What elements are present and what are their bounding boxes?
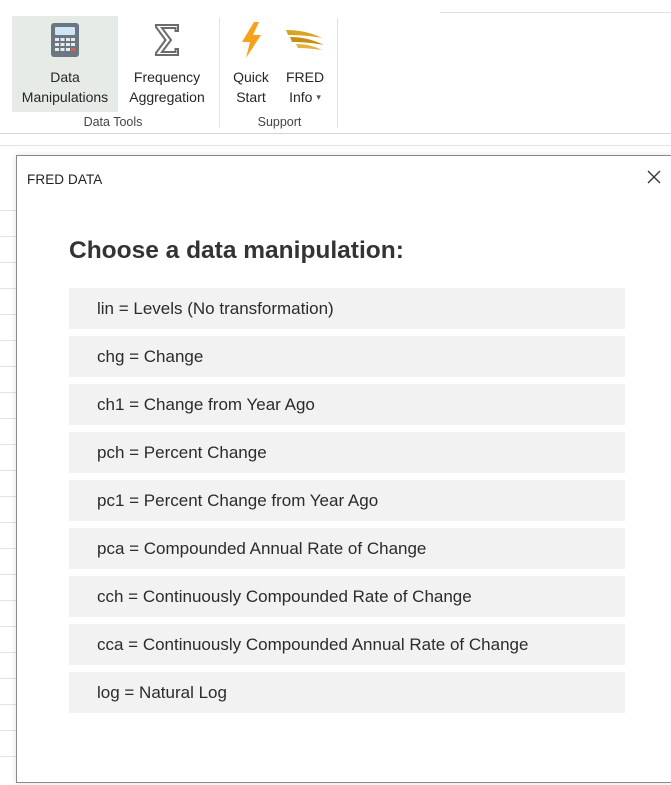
fred-data-dialog: FRED DATA Choose a data manipulation: li… xyxy=(16,155,671,783)
fred-info-button[interactable]: FRED Info ▾ xyxy=(278,16,332,112)
data-manipulations-button[interactable]: Data Manipulations xyxy=(12,16,118,112)
option-cch[interactable]: cch = Continuously Compounded Rate of Ch… xyxy=(69,576,625,617)
calculator-icon xyxy=(51,23,79,57)
fred-info-label-line2: Info xyxy=(289,89,313,105)
quick-start-label-line1: Quick xyxy=(233,69,269,85)
option-log[interactable]: log = Natural Log xyxy=(69,672,625,713)
frequency-aggregation-label-line2: Aggregation xyxy=(129,89,205,105)
data-manipulations-label-line1: Data xyxy=(50,69,80,85)
sigma-icon xyxy=(155,24,179,56)
option-lin[interactable]: lin = Levels (No transformation) xyxy=(69,288,625,329)
option-cca[interactable]: cca = Continuously Compounded Annual Rat… xyxy=(69,624,625,665)
dialog-heading: Choose a data manipulation: xyxy=(69,237,404,264)
manipulation-options-list: lin = Levels (No transformation) chg = C… xyxy=(69,288,625,720)
lightning-icon xyxy=(242,22,261,58)
fred-info-label-line1: FRED xyxy=(285,69,325,85)
dialog-title: FRED DATA xyxy=(27,172,103,187)
quick-start-button[interactable]: Quick Start xyxy=(227,16,275,112)
option-ch1[interactable]: ch1 = Change from Year Ago xyxy=(69,384,625,425)
group-separator xyxy=(219,18,220,128)
eagle-icon xyxy=(286,30,324,50)
close-icon[interactable] xyxy=(643,166,665,188)
ribbon: Data Manipulations Frequency Aggregation… xyxy=(0,0,671,134)
quick-start-label-line2: Start xyxy=(236,89,266,105)
group-label-support: Support xyxy=(257,115,302,129)
option-chg[interactable]: chg = Change xyxy=(69,336,625,377)
group-separator xyxy=(337,18,338,128)
frequency-aggregation-label-line1: Frequency xyxy=(133,69,201,85)
option-pch[interactable]: pch = Percent Change xyxy=(69,432,625,473)
option-pca[interactable]: pca = Compounded Annual Rate of Change xyxy=(69,528,625,569)
group-label-data-tools: Data Tools xyxy=(83,115,143,129)
data-manipulations-label-line2: Manipulations xyxy=(21,89,109,105)
option-pc1[interactable]: pc1 = Percent Change from Year Ago xyxy=(69,480,625,521)
frequency-aggregation-button[interactable]: Frequency Aggregation xyxy=(120,16,214,112)
dropdown-caret-icon[interactable]: ▾ xyxy=(316,92,321,102)
